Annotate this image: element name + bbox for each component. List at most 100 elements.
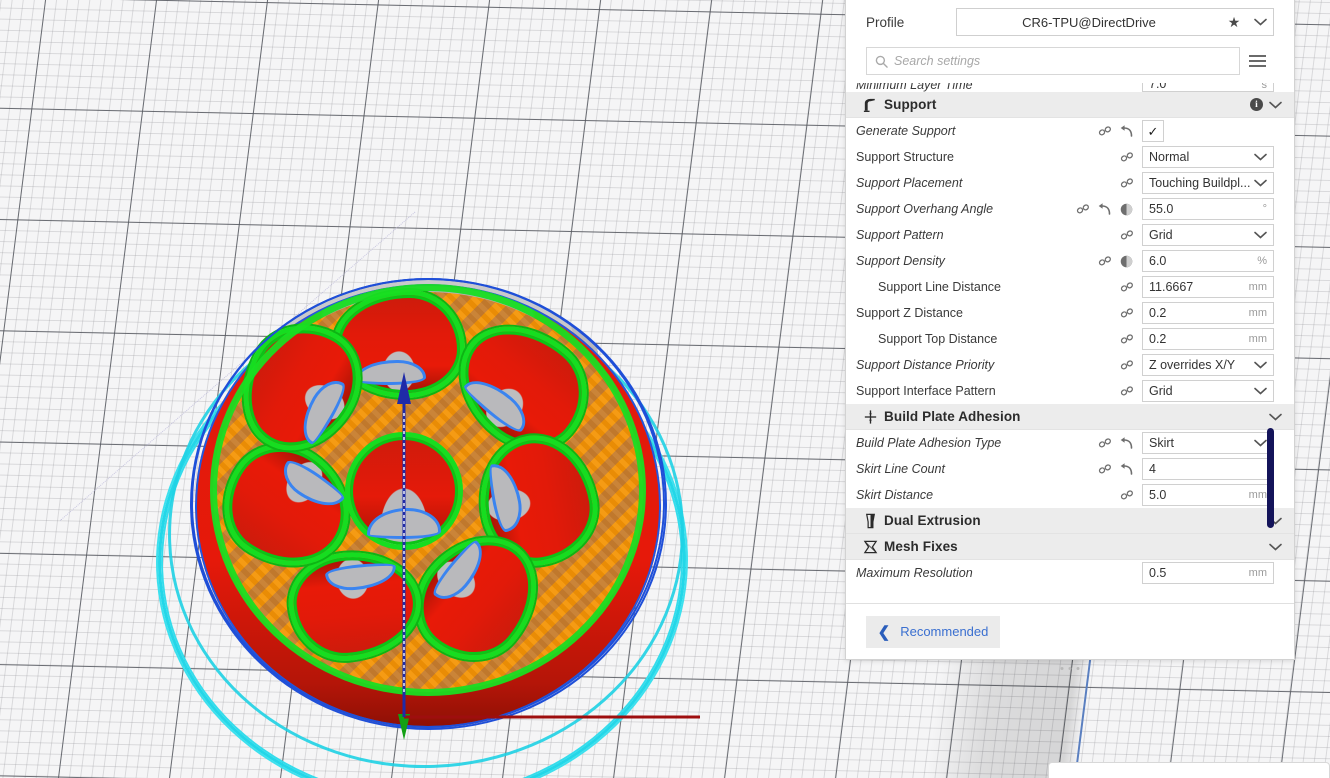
bottom-right-panel[interactable] (1048, 762, 1330, 778)
setting-row[interactable]: Build Plate Adhesion Type Skirt (846, 430, 1294, 456)
setting-row[interactable]: Generate Support ✓ (846, 118, 1294, 144)
setting-row[interactable]: Skirt Distance 5.0 mm (846, 482, 1294, 508)
setting-dropdown[interactable]: Normal (1142, 146, 1274, 168)
section-header-dual-extrusion[interactable]: Dual Extrusion (846, 508, 1294, 534)
setting-row[interactable]: Support Z Distance 0.2 mm (846, 300, 1294, 326)
setting-value: 7.0 (1149, 83, 1167, 91)
profile-value-icon[interactable] (1119, 254, 1134, 269)
section-header-mesh-fixes[interactable]: Mesh Fixes (846, 534, 1294, 560)
setting-value: 0.2 (1149, 306, 1167, 320)
row-icons (1097, 436, 1142, 451)
setting-value-field[interactable]: 5.0 mm (1142, 484, 1274, 506)
link-icon[interactable] (1119, 280, 1134, 295)
setting-dropdown[interactable]: Grid (1142, 380, 1274, 402)
link-icon[interactable] (1119, 332, 1134, 347)
dual-extrusion-icon (856, 513, 884, 529)
setting-value-field[interactable]: 7.0 s (1142, 83, 1274, 92)
link-icon[interactable] (1119, 306, 1134, 321)
recommended-mode-button[interactable]: ❮ Recommended (866, 615, 1000, 648)
setting-row[interactable]: Support Line Distance 11.6667 mm (846, 274, 1294, 300)
setting-value: 0.5 (1149, 566, 1167, 580)
setting-row[interactable]: Support Overhang Angle 55.0 ° (846, 196, 1294, 222)
setting-value-field[interactable]: 0.5 mm (1142, 562, 1274, 584)
section-header-build-plate-adhesion[interactable]: Build Plate Adhesion (846, 404, 1294, 430)
chevron-down-icon[interactable] (1254, 179, 1267, 187)
setting-checkbox[interactable]: ✓ (1142, 120, 1164, 142)
setting-label: Support Pattern (856, 228, 944, 242)
chevron-down-icon[interactable] (1254, 361, 1267, 369)
setting-row[interactable]: Support Pattern Grid (846, 222, 1294, 248)
setting-value-field[interactable]: 6.0% (1142, 250, 1274, 272)
setting-dropdown[interactable]: Skirt (1142, 432, 1274, 454)
setting-dropdown[interactable]: Grid (1142, 224, 1274, 246)
setting-value: Normal (1149, 150, 1190, 164)
setting-value: Skirt (1149, 436, 1174, 450)
revert-icon[interactable] (1119, 462, 1134, 477)
setting-label: Support Top Distance (878, 332, 998, 346)
revert-icon[interactable] (1097, 202, 1112, 217)
setting-row[interactable]: Support Density 6.0% (846, 248, 1294, 274)
profile-value-icon[interactable] (1119, 202, 1134, 217)
link-icon[interactable] (1097, 254, 1112, 269)
setting-row[interactable]: Support Placement Touching Buildpl... (846, 170, 1294, 196)
link-icon[interactable] (1119, 384, 1134, 399)
settings-scrollbar-thumb[interactable] (1267, 428, 1274, 528)
profile-selector[interactable]: CR6-TPU@DirectDrive ★ (956, 8, 1274, 36)
setting-row-minimum-layer-time[interactable]: Minimum Layer Time 7.0 s (846, 83, 1294, 92)
setting-value-field[interactable]: 55.0 ° (1142, 198, 1274, 220)
setting-value: 6.0 (1149, 254, 1167, 268)
sliced-model[interactable] (149, 262, 700, 778)
row-icons (1075, 202, 1142, 217)
setting-value: Touching Buildpl... (1149, 176, 1251, 190)
search-input[interactable] (894, 54, 1231, 68)
chevron-down-icon[interactable] (1254, 387, 1267, 395)
setting-dropdown[interactable]: Touching Buildpl... (1142, 172, 1274, 194)
cura-window: Profile CR6-TPU@DirectDrive ★ Search set… (0, 0, 1330, 778)
row-icons (1119, 306, 1142, 321)
setting-label: Support Distance Priority (856, 358, 995, 372)
chevron-down-icon[interactable] (1269, 413, 1282, 421)
setting-row[interactable]: Support Top Distance 0.2 mm (846, 326, 1294, 352)
link-icon[interactable] (1119, 176, 1134, 191)
setting-value-field[interactable]: 4 (1142, 458, 1274, 480)
section-header-support[interactable]: Support i (846, 92, 1294, 118)
link-icon[interactable] (1119, 150, 1134, 165)
axis-gizmo[interactable] (155, 262, 700, 762)
link-icon[interactable] (1119, 358, 1134, 373)
chevron-down-icon[interactable] (1269, 101, 1282, 109)
setting-row[interactable]: Skirt Line Count 4 (846, 456, 1294, 482)
setting-label: Skirt Distance (856, 488, 934, 502)
setting-unit: ° (1262, 203, 1267, 215)
setting-dropdown[interactable]: Z overrides X/Y (1142, 354, 1274, 376)
revert-icon[interactable] (1119, 436, 1134, 451)
link-icon[interactable] (1075, 202, 1090, 217)
setting-row[interactable]: Support Distance Priority Z overrides X/Y (846, 352, 1294, 378)
search-box[interactable] (866, 47, 1240, 75)
setting-row[interactable]: Maximum Resolution 0.5 mm (846, 560, 1294, 586)
link-icon[interactable] (1119, 488, 1134, 503)
link-icon[interactable] (1097, 436, 1112, 451)
link-icon[interactable] (1119, 228, 1134, 243)
chevron-down-icon[interactable] (1254, 153, 1267, 161)
setting-row[interactable]: Support Structure Normal (846, 144, 1294, 170)
chevron-down-icon[interactable] (1254, 231, 1267, 239)
setting-value-field[interactable]: 0.2 mm (1142, 328, 1274, 350)
link-icon[interactable] (1097, 124, 1112, 139)
setting-value-field[interactable]: 0.2 mm (1142, 302, 1274, 324)
panel-resize-grip[interactable] (1060, 667, 1080, 670)
chevron-down-icon[interactable] (1254, 439, 1267, 447)
revert-icon[interactable] (1119, 124, 1134, 139)
settings-scroll-area[interactable]: Minimum Layer Time 7.0 s Support i Generat… (846, 83, 1294, 603)
recommended-label: Recommended (900, 624, 989, 639)
link-icon[interactable] (1097, 462, 1112, 477)
section-title: Build Plate Adhesion (884, 409, 1021, 424)
setting-value: Grid (1149, 384, 1173, 398)
star-icon[interactable]: ★ (1221, 14, 1247, 31)
chevron-down-icon[interactable] (1247, 13, 1273, 31)
setting-row[interactable]: Support Interface Pattern Grid (846, 378, 1294, 404)
hamburger-menu-icon[interactable] (1240, 55, 1274, 67)
info-icon[interactable]: i (1250, 98, 1263, 111)
chevron-down-icon[interactable] (1269, 543, 1282, 551)
setting-value-field[interactable]: 11.6667 mm (1142, 276, 1274, 298)
section-title: Mesh Fixes (884, 539, 958, 554)
